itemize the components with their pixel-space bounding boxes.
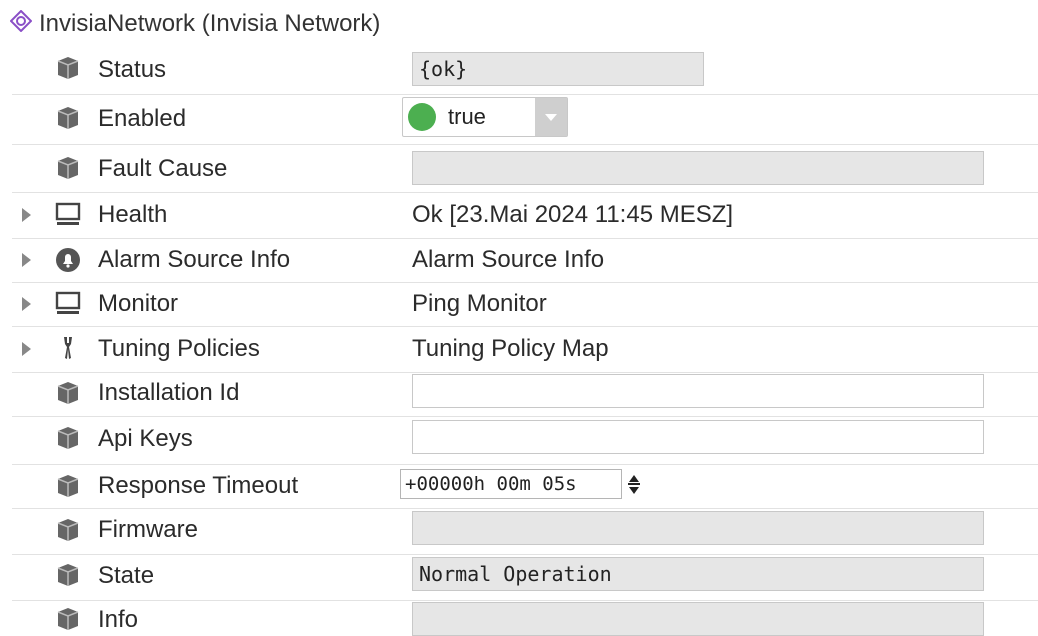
chevron-down-icon[interactable] [535, 98, 567, 136]
property-label: Health [98, 201, 168, 228]
property-row-fault-cause: Fault Cause [12, 144, 1038, 193]
property-label: Info [98, 606, 139, 633]
network-logo-icon [10, 10, 32, 32]
property-row-health: Health Ok [23.Mai 2024 11:45 MESZ] [12, 192, 1038, 239]
expand-arrow-icon[interactable] [22, 297, 31, 311]
property-row-monitor: Monitor Ping Monitor [12, 282, 1038, 327]
page-title: InvisiaNetwork (Invisia Network) [39, 10, 381, 37]
health-value: Ok [23.Mai 2024 11:45 MESZ] [412, 201, 734, 228]
property-row-installation-id: Installation Id [12, 372, 1038, 417]
property-slot-icon [57, 107, 79, 129]
property-row-state: State Normal Operation [12, 554, 1038, 601]
property-slot-icon [57, 564, 79, 586]
property-label: Status [98, 56, 167, 83]
enabled-selected-value: true [448, 104, 486, 129]
property-label: Firmware [98, 516, 198, 543]
property-label: Api Keys [98, 425, 193, 452]
property-row-api-keys: Api Keys [12, 416, 1038, 465]
property-row-tuning-policies: Tuning Policies Tuning Policy Map [12, 326, 1038, 373]
status-value-field: {ok} [412, 52, 704, 86]
property-slot-icon [57, 608, 79, 630]
firmware-field [412, 511, 984, 545]
enabled-select[interactable]: true [402, 97, 568, 137]
property-label: Fault Cause [98, 155, 228, 182]
status-dot-icon [408, 103, 436, 131]
property-label: Alarm Source Info [98, 246, 291, 273]
monitor-icon [55, 202, 81, 225]
alarm-bell-icon [56, 248, 80, 272]
property-row-info: Info [12, 600, 1038, 636]
property-slot-icon [57, 157, 79, 179]
installation-id-field[interactable] [412, 374, 984, 408]
property-slot-icon [57, 382, 79, 404]
property-label: State [98, 562, 155, 589]
property-slot-icon [57, 519, 79, 541]
property-label: Enabled [98, 105, 187, 132]
header: InvisiaNetwork (Invisia Network) [0, 0, 1038, 44]
wrench-icon [64, 337, 72, 359]
api-keys-field[interactable] [412, 420, 984, 454]
expand-arrow-icon[interactable] [22, 208, 31, 222]
alarm-source-info-value: Alarm Source Info [412, 246, 605, 273]
property-label: Installation Id [98, 379, 240, 406]
property-label: Response Timeout [98, 472, 299, 499]
monitor-value: Ping Monitor [412, 290, 547, 317]
property-slot-icon [57, 57, 79, 79]
fault-cause-field [412, 151, 984, 185]
property-row-status: Status {ok} [12, 46, 1038, 95]
property-label: Tuning Policies [98, 335, 260, 362]
expand-arrow-icon[interactable] [22, 342, 31, 356]
tuning-policies-value: Tuning Policy Map [412, 335, 609, 362]
property-slot-icon [57, 475, 79, 497]
info-field [412, 602, 984, 636]
property-slot-icon [57, 427, 79, 449]
state-field: Normal Operation [412, 557, 984, 591]
expand-arrow-icon[interactable] [22, 253, 31, 267]
property-row-alarm-source-info: Alarm Source Info Alarm Source Info [12, 238, 1038, 283]
monitor-icon [55, 291, 81, 314]
property-label: Monitor [98, 290, 179, 317]
response-timeout-input[interactable]: +00000h 00m 05s [400, 469, 622, 499]
spinner-icon[interactable] [626, 470, 642, 498]
property-row-firmware: Firmware [12, 508, 1038, 555]
